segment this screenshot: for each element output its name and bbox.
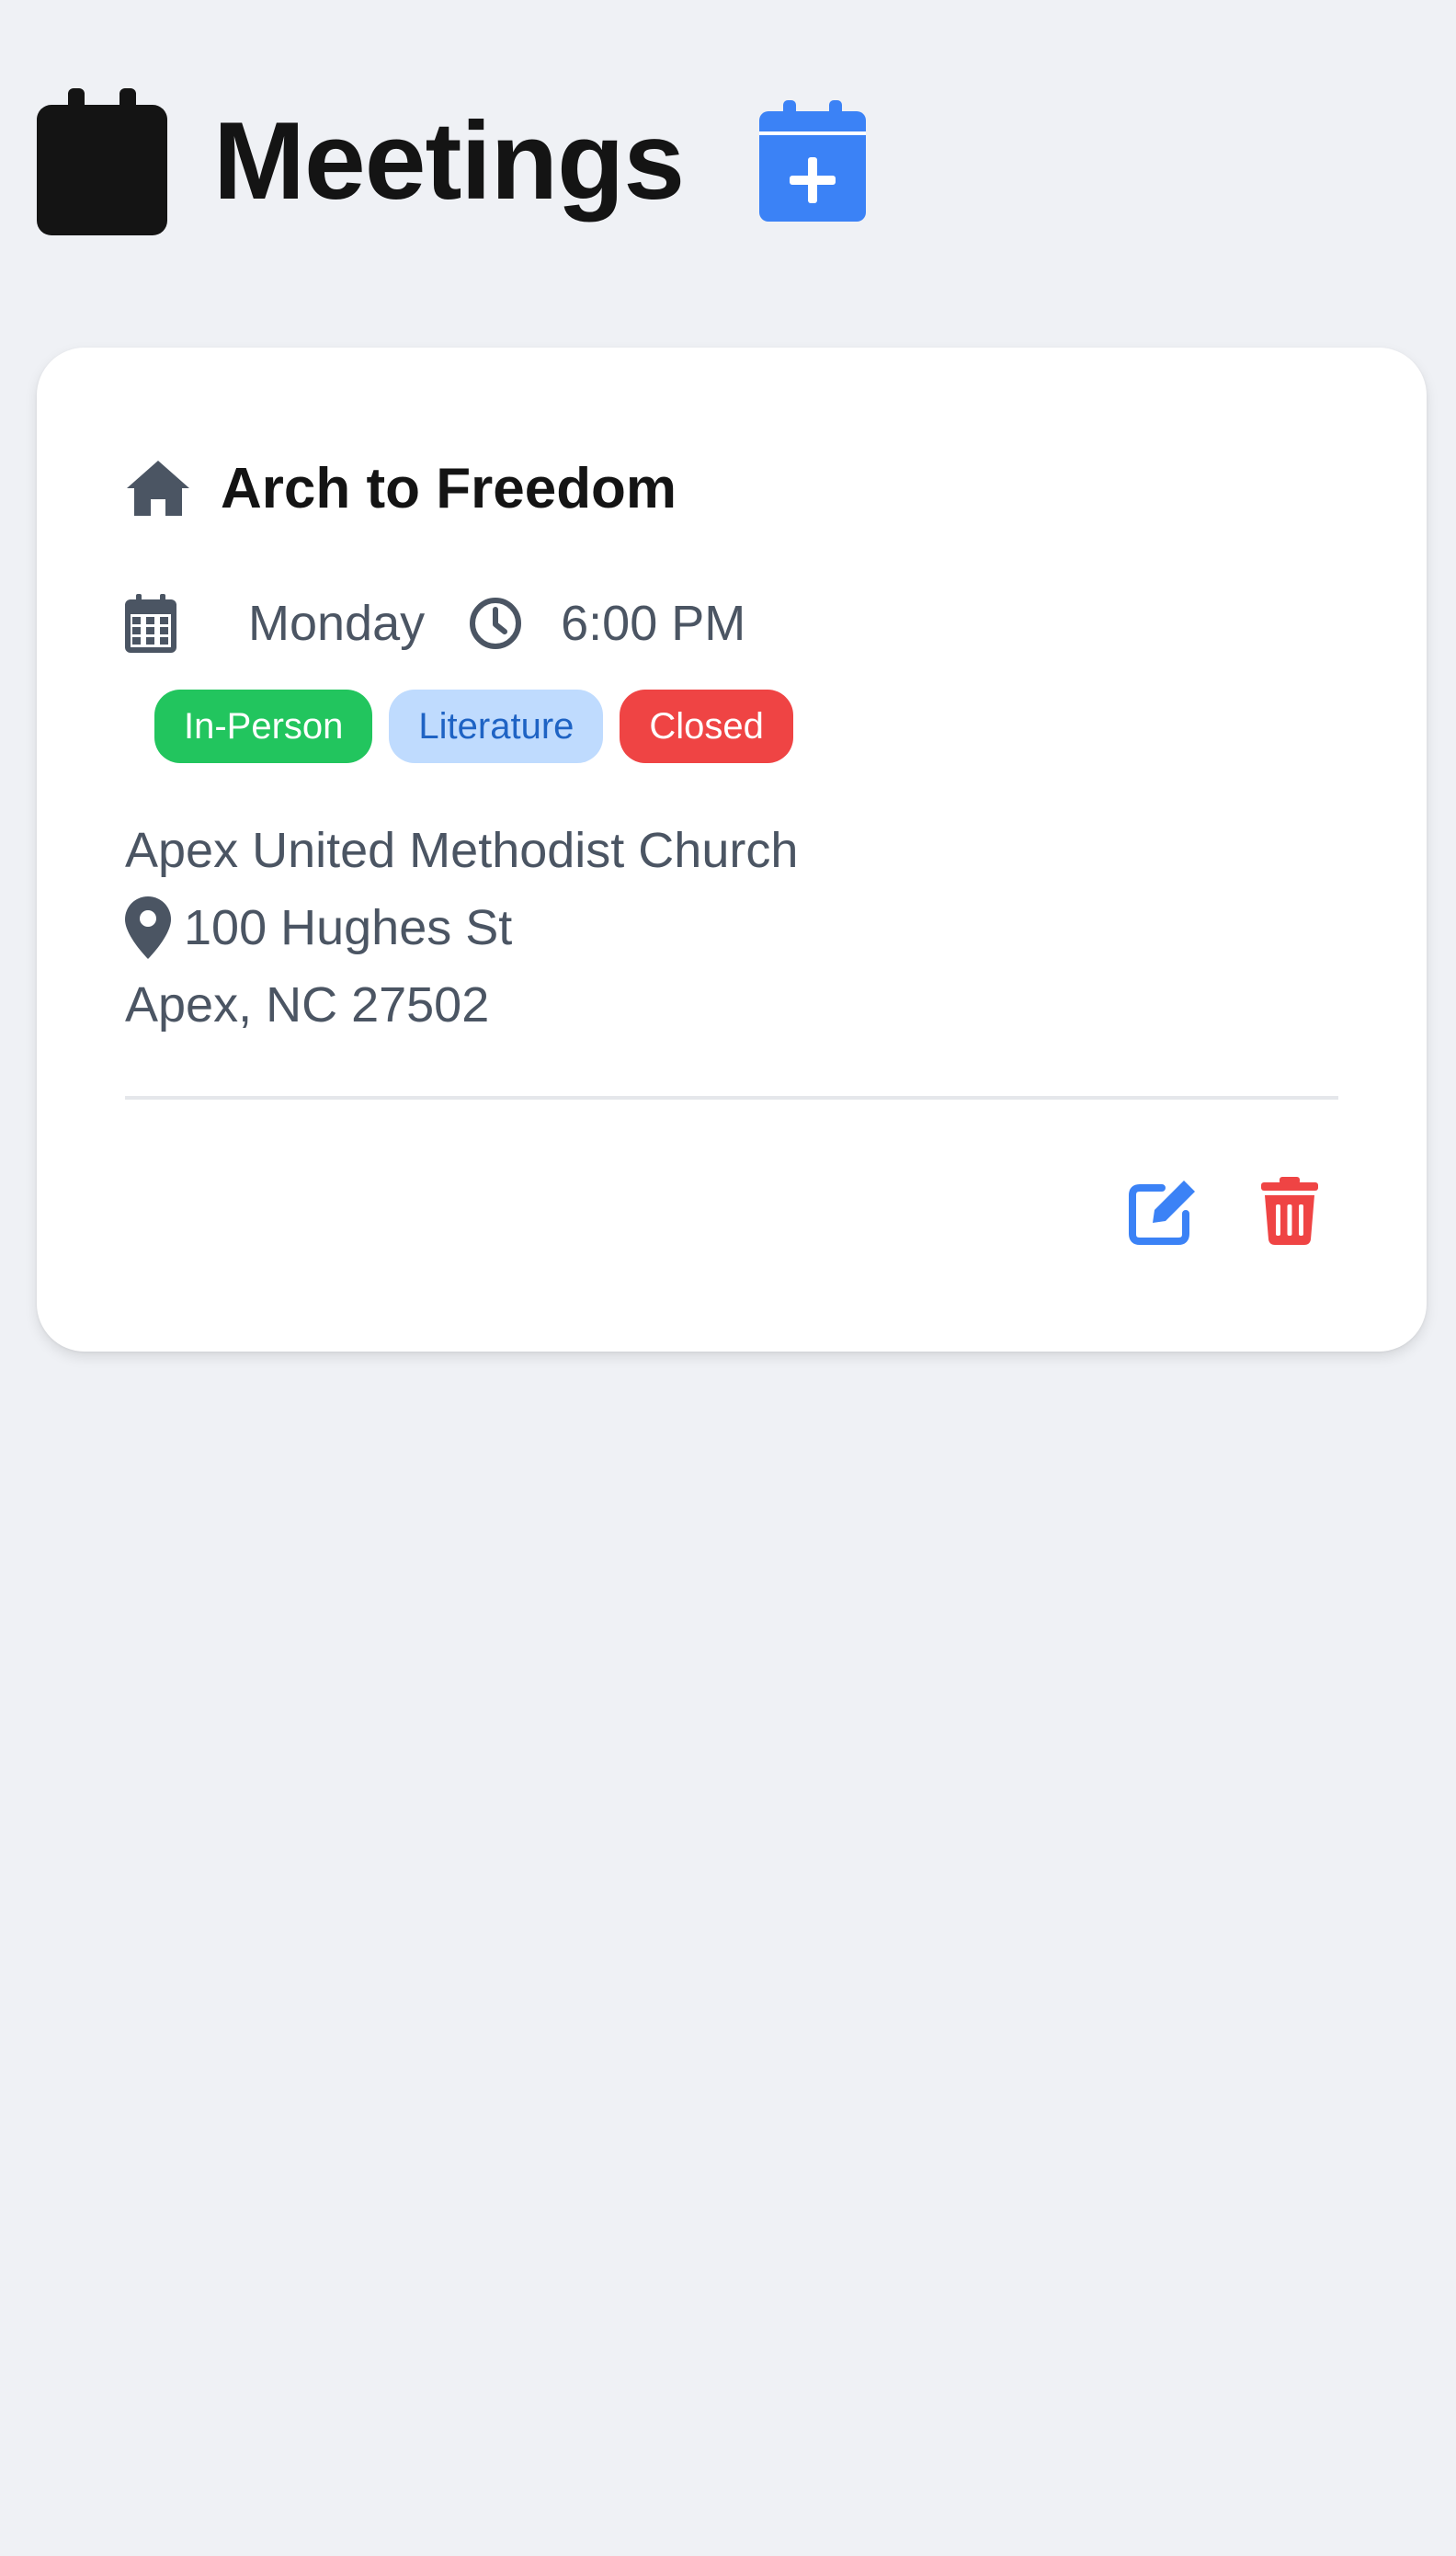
home-icon (127, 461, 189, 516)
page-header: Meetings (37, 83, 867, 239)
add-meeting-button[interactable] (759, 100, 867, 222)
edit-icon (1129, 1181, 1195, 1245)
calendar-icon (37, 88, 167, 235)
clock-icon (470, 598, 522, 649)
page-title: Meetings (213, 99, 685, 223)
calendar-days-icon (125, 594, 176, 653)
meeting-name: Arch to Freedom (221, 456, 677, 520)
badge-in-person: In-Person (154, 690, 373, 763)
badge-literature: Literature (389, 690, 604, 763)
map-pin-icon (125, 896, 171, 959)
meeting-day: Monday (248, 596, 426, 651)
meeting-card: Arch to Freedom Monday 6:00 PM In-Person… (37, 348, 1427, 1352)
meeting-badges: In-Person Literature Closed (154, 690, 793, 763)
badge-closed: Closed (620, 690, 793, 763)
calendar-plus-icon (759, 100, 867, 222)
meeting-address: Apex United Methodist Church 100 Hughes … (125, 812, 798, 1044)
street-address: 100 Hughes St (184, 900, 513, 955)
delete-meeting-button[interactable] (1261, 1177, 1318, 1245)
city-state-zip: Apex, NC 27502 (125, 977, 490, 1033)
meeting-schedule: Monday 6:00 PM (125, 579, 745, 668)
edit-meeting-button[interactable] (1129, 1177, 1199, 1245)
card-divider (125, 1096, 1338, 1100)
meeting-title-row: Arch to Freedom (125, 447, 677, 530)
meeting-actions (1129, 1177, 1318, 1245)
location-name: Apex United Methodist Church (125, 823, 799, 878)
trash-icon (1261, 1177, 1318, 1245)
meeting-time: 6:00 PM (561, 596, 746, 651)
street-line: 100 Hughes St (125, 889, 798, 966)
